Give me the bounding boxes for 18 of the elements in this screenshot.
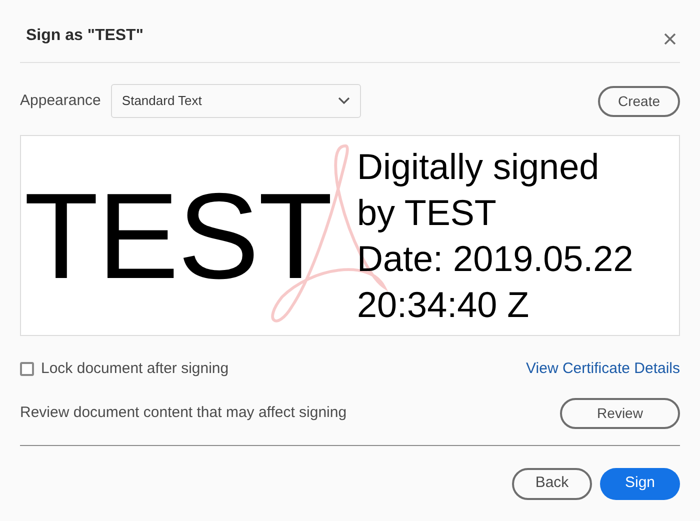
lock-label: Lock document after signing [41,359,229,379]
signer-name: TEST [23,174,333,296]
view-certificate-link[interactable]: View Certificate Details [526,358,680,380]
chevron-down-icon [338,97,350,105]
signature-detail-line: by TEST [357,190,498,234]
lock-checkbox[interactable] [20,362,34,376]
signature-detail-line: Date: 2019.05.22 [357,236,634,280]
appearance-dropdown[interactable]: Standard Text [110,84,361,118]
appearance-label: Appearance [20,90,101,111]
signature-detail-line: 20:34:40 Z [357,282,530,326]
dialog-title: Sign as "TEST" [25,26,144,46]
signature-detail-line: Digitally signed [357,144,600,188]
sign-button[interactable]: Sign [600,468,680,500]
back-button[interactable]: Back [512,468,592,500]
review-button[interactable]: Review [560,398,680,428]
close-icon[interactable] [663,32,677,46]
review-text: Review document content that may affect signing [20,402,347,423]
create-button[interactable]: Create [598,86,680,116]
